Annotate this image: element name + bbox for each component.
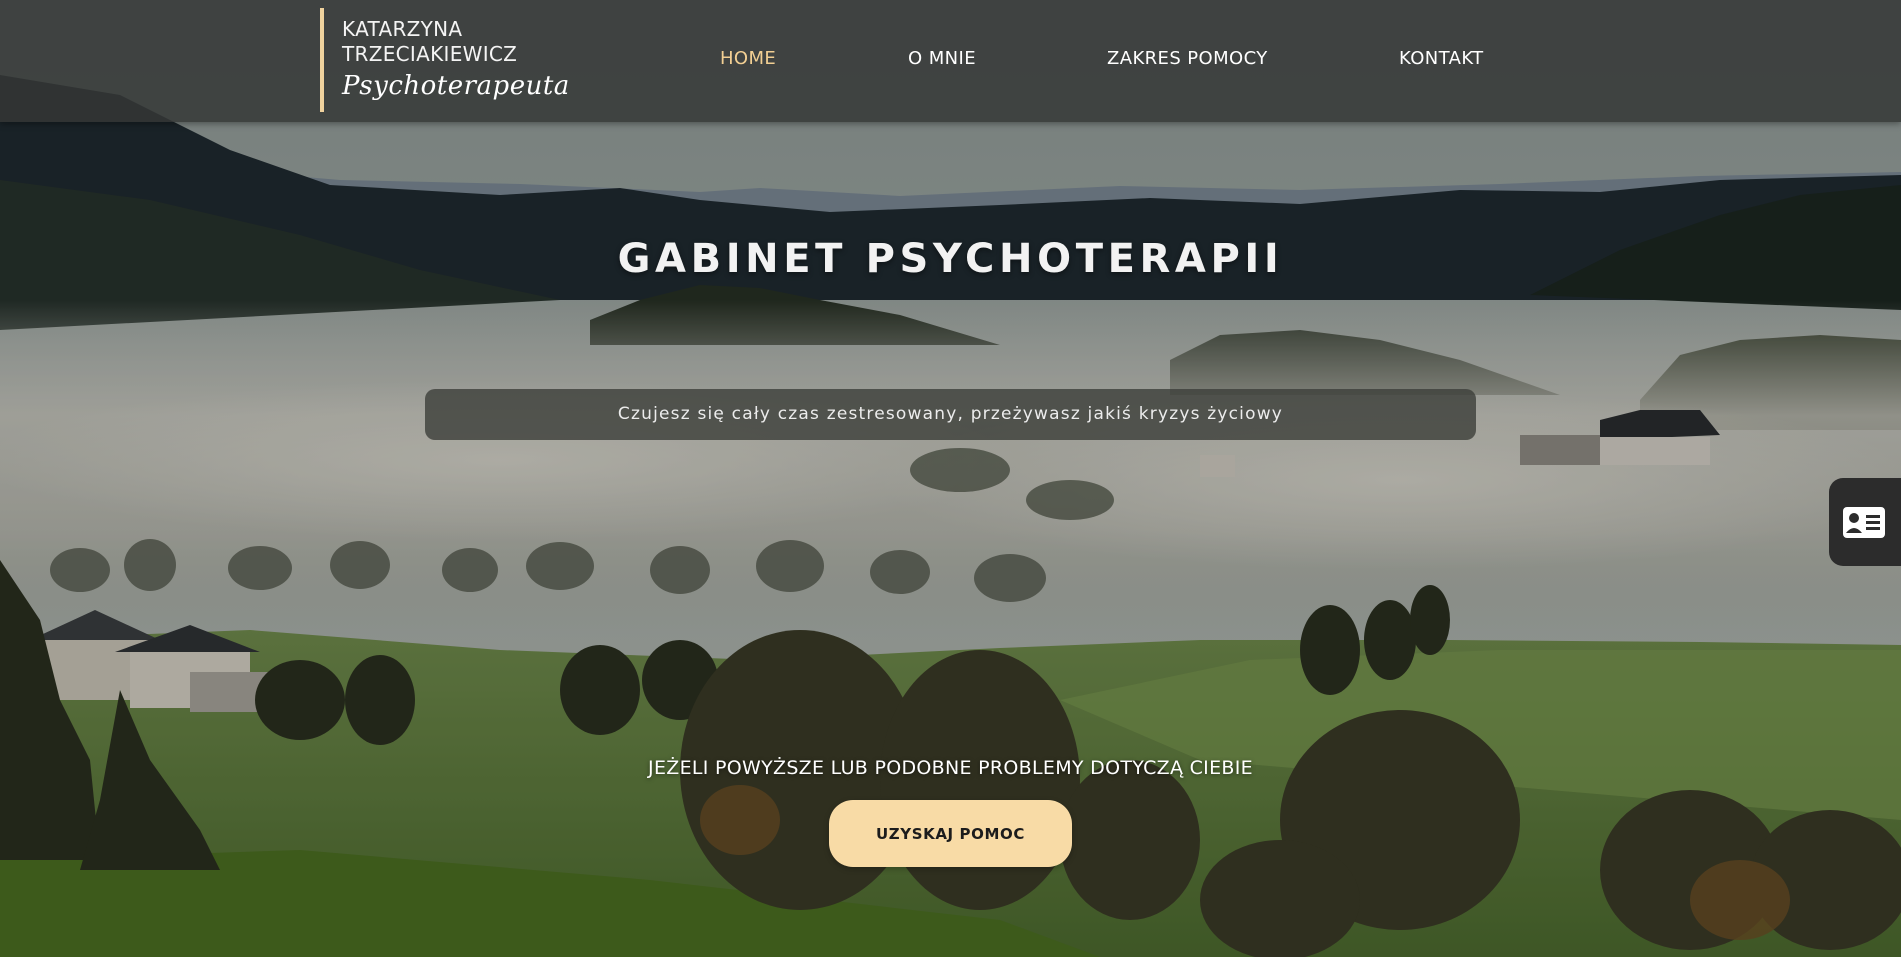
brand-first-name: KATARZYNA [342, 17, 463, 41]
hero-title: GABINET PSYCHOTERAPII [617, 236, 1284, 282]
contact-card-icon [1843, 507, 1885, 538]
hero-subtitle-box: Czujesz się cały czas zestresowany, prze… [425, 389, 1476, 440]
site-header: KATARZYNA TRZECIAKIEWICZ Psychoterapeuta… [0, 0, 1901, 122]
nav-item-zakres-pomocy[interactable]: ZAKRES POMOCY [1107, 48, 1268, 69]
nav-item-o-mnie[interactable]: O MNIE [908, 48, 976, 69]
get-help-button[interactable]: UZYSKAJ POMOC [829, 800, 1072, 867]
nav-item-home[interactable]: HOME [720, 48, 776, 69]
contact-side-tab[interactable] [1829, 478, 1901, 566]
main-nav: HOME O MNIE ZAKRES POMOCY KONTAKT [0, 48, 1901, 76]
hero-subtitle: Czujesz się cały czas zestresowany, prze… [617, 404, 1284, 424]
cta-caption: JEŻELI POWYŻSZE LUB PODOBNE PROBLEMY DOT… [648, 757, 1253, 779]
nav-item-kontakt[interactable]: KONTAKT [1399, 48, 1484, 69]
